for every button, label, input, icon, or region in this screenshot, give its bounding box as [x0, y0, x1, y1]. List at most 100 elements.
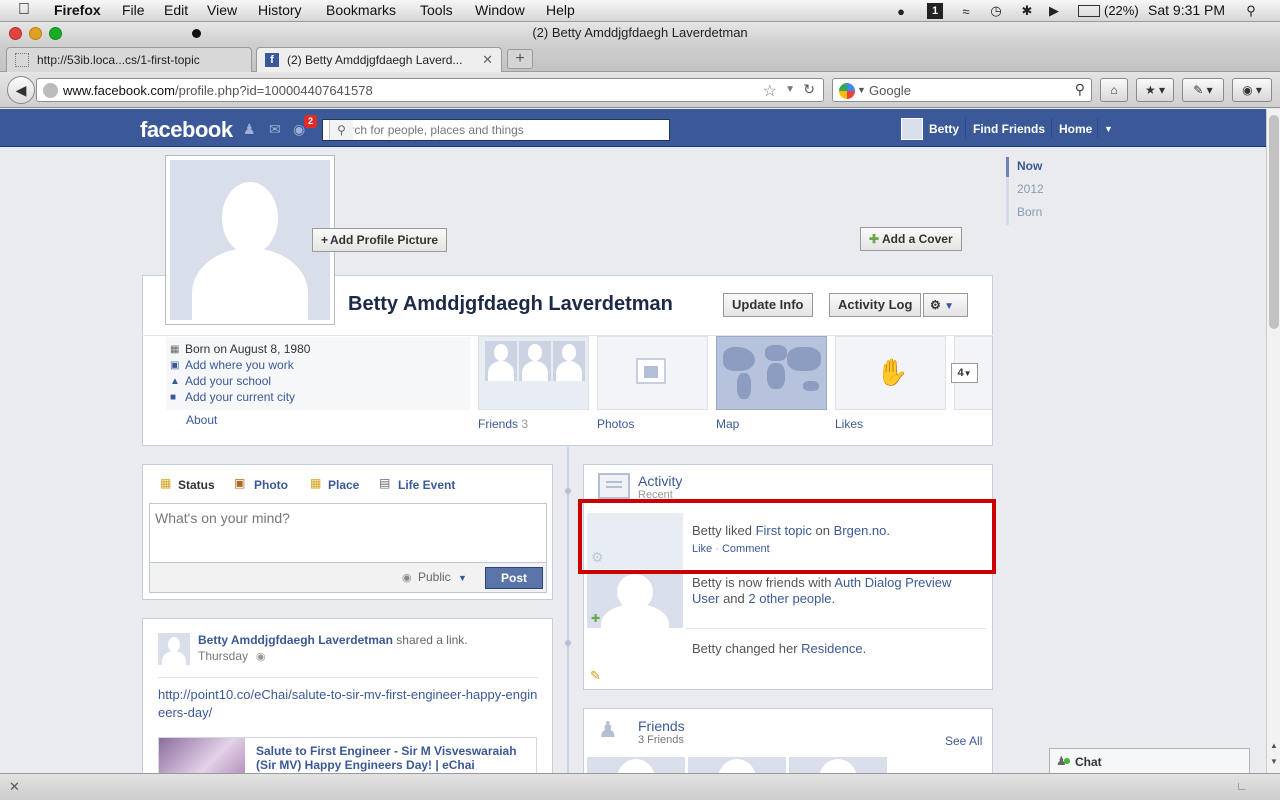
- addon-button[interactable]: ◉ ▾: [1232, 78, 1272, 102]
- google-icon[interactable]: [839, 83, 855, 99]
- bookmark-star-icon[interactable]: ☆: [763, 81, 777, 101]
- one-password-icon[interactable]: 1: [927, 3, 943, 19]
- tab-first-topic[interactable]: http://53ib.loca...cs/1-first-topic: [6, 47, 252, 72]
- nav-home[interactable]: Home: [1059, 122, 1092, 136]
- more-tiles-button[interactable]: 4▼: [951, 363, 978, 383]
- menu-history[interactable]: History: [258, 2, 302, 18]
- chat-tab[interactable]: ♟ Chat: [1049, 748, 1250, 773]
- menu-file[interactable]: File: [122, 2, 145, 18]
- see-all-link[interactable]: See All: [945, 734, 982, 748]
- menu-bookmarks[interactable]: Bookmarks: [326, 2, 396, 18]
- facebook-search-icon[interactable]: ⚲: [329, 120, 353, 140]
- add-city-link[interactable]: Add your current city: [185, 390, 295, 404]
- vertical-scrollbar[interactable]: ▲ ▼: [1266, 109, 1280, 773]
- friend-thumb[interactable]: [587, 757, 685, 773]
- minimize-window-button[interactable]: [29, 27, 42, 40]
- close-addon-bar-icon[interactable]: ✕: [9, 779, 20, 795]
- activity-title[interactable]: Activity: [638, 473, 682, 489]
- home-button[interactable]: ⌂: [1100, 78, 1128, 102]
- scrollbar-thumb[interactable]: [1269, 115, 1279, 329]
- link-preview-title[interactable]: Salute to First Engineer - Sir M Visvesw…: [256, 744, 532, 772]
- link-preview[interactable]: Salute to First Engineer - Sir M Visvesw…: [158, 737, 537, 773]
- timeline-born[interactable]: Born: [1017, 205, 1042, 219]
- likes-tile[interactable]: ✋: [835, 336, 946, 410]
- status-textarea[interactable]: What's on your mind?: [149, 503, 547, 563]
- magnifier-icon[interactable]: ⚲: [1075, 81, 1085, 98]
- url-text[interactable]: www.facebook.com/profile.php?id=10000440…: [63, 83, 373, 98]
- story-author-link[interactable]: Betty Amddjgfdaegh Laverdetman: [198, 633, 393, 647]
- zoom-window-button[interactable]: [49, 27, 62, 40]
- profile-picture-frame[interactable]: [165, 155, 335, 325]
- close-tab-icon[interactable]: ✕: [482, 48, 493, 72]
- story-time[interactable]: Thursday: [198, 649, 248, 663]
- timeline-2012[interactable]: 2012: [1017, 182, 1044, 196]
- composer-tab-place[interactable]: Place: [328, 478, 359, 492]
- photos-tile-label[interactable]: Photos: [597, 417, 634, 431]
- bookmarks-button[interactable]: ★ ▾: [1136, 78, 1174, 102]
- messages-icon[interactable]: ✉: [269, 121, 281, 138]
- tab-facebook-profile[interactable]: f (2) Betty Amddjgfdaegh Laverd... ✕: [256, 47, 502, 72]
- facebook-search-input[interactable]: Search for people, places and things ⚲: [322, 119, 670, 141]
- add-profile-picture-button[interactable]: + Add Profile Picture: [312, 228, 448, 252]
- friend-thumb[interactable]: [688, 757, 786, 773]
- audience-selector[interactable]: Public ▼: [418, 570, 467, 584]
- scroll-up-arrow-icon[interactable]: ▲: [1270, 741, 1278, 750]
- new-tab-button[interactable]: +: [507, 49, 533, 69]
- story-author-avatar[interactable]: [158, 633, 190, 665]
- wifi-icon[interactable]: ≈: [958, 3, 974, 19]
- update-info-button[interactable]: Update Info: [723, 293, 813, 317]
- back-button[interactable]: ◀: [7, 76, 35, 104]
- photos-tile[interactable]: [597, 336, 708, 410]
- menu-window[interactable]: Window: [475, 2, 525, 18]
- reload-icon[interactable]: ↻: [803, 81, 815, 98]
- close-window-button[interactable]: [9, 27, 22, 40]
- apple-icon[interactable]: : [18, 1, 30, 19]
- nav-find-friends[interactable]: Find Friends: [973, 122, 1045, 136]
- map-tile[interactable]: [716, 336, 827, 410]
- account-menu-chevron-icon[interactable]: ▼: [1104, 124, 1113, 134]
- story-link[interactable]: http://point10.co/eChai/salute-to-sir-mv…: [158, 686, 538, 722]
- battery-icon[interactable]: [1078, 5, 1100, 17]
- add-work-link[interactable]: Add where you work: [185, 358, 294, 372]
- friends-tile[interactable]: [478, 336, 589, 410]
- other-people-link[interactable]: 2 other people: [748, 591, 831, 606]
- spotlight-search-icon[interactable]: ⚲: [1243, 3, 1259, 19]
- composer-tab-status[interactable]: Status: [178, 478, 215, 492]
- hat-icon[interactable]: ●: [893, 3, 909, 19]
- friends-box-title[interactable]: Friends: [638, 718, 685, 734]
- friend-thumb[interactable]: [789, 757, 887, 773]
- residence-link[interactable]: Residence: [801, 641, 862, 656]
- menu-help[interactable]: Help: [546, 2, 575, 18]
- composer-tab-photo[interactable]: Photo: [254, 478, 288, 492]
- menu-view[interactable]: View: [207, 2, 237, 18]
- post-button[interactable]: Post: [485, 567, 543, 589]
- settings-dropdown-button[interactable]: ⚙ ▼: [923, 293, 968, 317]
- nav-user-name[interactable]: Betty: [929, 122, 959, 136]
- engine-dropdown-icon[interactable]: ▼: [857, 85, 866, 95]
- resize-grip-icon[interactable]: ∟: [1236, 779, 1248, 793]
- time-machine-icon[interactable]: ◷: [988, 3, 1004, 19]
- timeline-now[interactable]: Now: [1017, 159, 1042, 173]
- app-menu-firefox[interactable]: Firefox: [54, 2, 101, 18]
- history-dropdown-icon[interactable]: ▼: [785, 84, 795, 95]
- menu-tools[interactable]: Tools: [420, 2, 453, 18]
- friend-requests-icon[interactable]: ♟: [243, 121, 256, 138]
- url-bar[interactable]: www.facebook.com/profile.php?id=10000440…: [36, 78, 824, 102]
- activity-log-button[interactable]: Activity Log: [829, 293, 922, 317]
- developer-tools-button[interactable]: ✎ ▾: [1182, 78, 1224, 102]
- site-identity-icon[interactable]: [43, 83, 58, 98]
- about-link[interactable]: About: [186, 413, 217, 427]
- facebook-logo[interactable]: facebook: [140, 117, 233, 143]
- clock[interactable]: Sat 9:31 PM: [1148, 2, 1225, 18]
- friends-tile-label[interactable]: Friends 3: [478, 417, 528, 431]
- add-school-link[interactable]: Add your school: [185, 374, 271, 388]
- bluetooth-icon[interactable]: ✱: [1019, 3, 1035, 19]
- scroll-down-arrow-icon[interactable]: ▼: [1270, 757, 1278, 766]
- user-avatar[interactable]: [901, 118, 923, 140]
- likes-tile-label[interactable]: Likes: [835, 417, 863, 431]
- volume-icon[interactable]: ▶: [1046, 3, 1062, 19]
- map-tile-label[interactable]: Map: [716, 417, 739, 431]
- profile-name[interactable]: Betty Amddjgfdaegh Laverdetman: [348, 293, 673, 316]
- composer-tab-life-event[interactable]: Life Event: [398, 478, 455, 492]
- search-engine-box[interactable]: ▼ Google ⚲: [832, 78, 1092, 102]
